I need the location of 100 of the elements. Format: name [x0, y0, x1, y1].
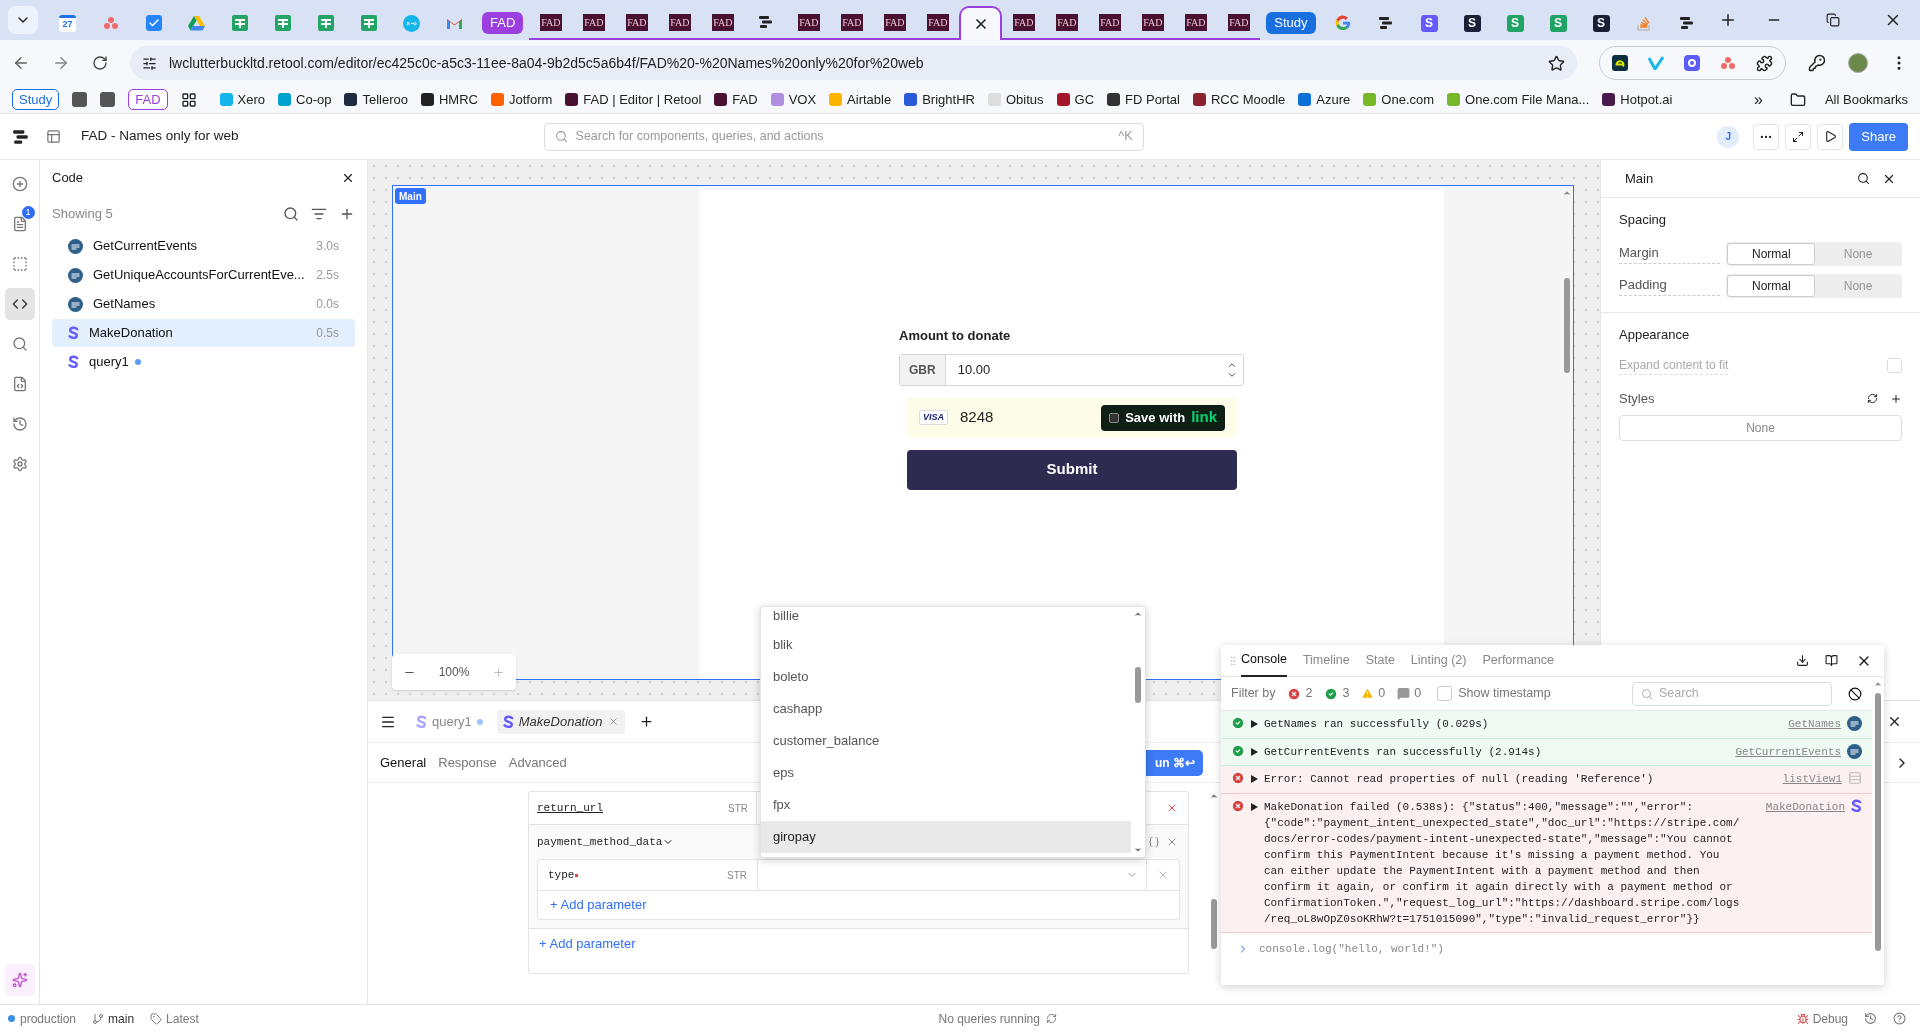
- site-info-icon[interactable]: [142, 55, 157, 71]
- apps-grid-icon[interactable]: [180, 91, 197, 108]
- segment-option[interactable]: Normal: [1727, 242, 1816, 265]
- bookmark-link[interactable]: RCC Moodle: [1210, 89, 1286, 110]
- scroll-up-icon[interactable]: [1562, 188, 1572, 198]
- dropdown-option[interactable]: cashapp: [761, 693, 1131, 725]
- bookmark-link[interactable]: One.com File Mana...: [1465, 89, 1590, 110]
- bookmark-square-icon[interactable]: [100, 92, 116, 107]
- scrollbar-thumb[interactable]: [1564, 278, 1570, 373]
- bookmark-link[interactable]: FAD: [732, 89, 758, 110]
- expand-triangle-icon[interactable]: [1251, 720, 1258, 728]
- checkbox[interactable]: [1437, 686, 1453, 701]
- forward-icon[interactable]: [52, 54, 70, 72]
- console-tab[interactable]: Performance: [1482, 644, 1554, 677]
- history-icon[interactable]: [1864, 1012, 1877, 1025]
- query-list-item[interactable]: query1: [52, 348, 355, 376]
- submit-button[interactable]: Submit: [907, 449, 1237, 490]
- bookmark-link[interactable]: Hotpot.ai: [1620, 89, 1673, 110]
- add-icon[interactable]: [1890, 392, 1902, 405]
- scrollbar-thumb[interactable]: [1875, 693, 1881, 951]
- console-input[interactable]: console.log("hello, world!"): [1259, 940, 1444, 957]
- log-source-link[interactable]: GetNames: [1788, 716, 1841, 733]
- dropdown-option[interactable]: blik: [761, 629, 1131, 661]
- browser-tab[interactable]: S: [1579, 6, 1623, 40]
- add-parameter-link[interactable]: + Add parameter: [550, 895, 647, 915]
- console-tab[interactable]: State: [1365, 644, 1395, 677]
- tab-group-label[interactable]: FAD: [482, 12, 524, 34]
- book-icon[interactable]: [1825, 654, 1838, 667]
- search-icon[interactable]: [1857, 172, 1870, 185]
- rail-button[interactable]: 1: [4, 208, 35, 240]
- bookmark-link[interactable]: Obitus: [1005, 89, 1044, 110]
- filter-count[interactable]: 3: [1342, 684, 1350, 703]
- bookmark-link[interactable]: Xero: [237, 89, 265, 110]
- drag-handle-icon[interactable]: [1227, 654, 1239, 667]
- close-icon[interactable]: [1887, 714, 1902, 729]
- download-icon[interactable]: [1796, 654, 1809, 667]
- browser-tab[interactable]: S: [1450, 6, 1494, 40]
- restore-icon[interactable]: [1826, 13, 1840, 27]
- scroll-down-icon[interactable]: [1133, 845, 1143, 855]
- filter-count[interactable]: 0: [1378, 684, 1386, 703]
- bookmark-square-icon[interactable]: [72, 92, 88, 107]
- key-icon[interactable]: [1808, 54, 1826, 72]
- back-icon[interactable]: [12, 54, 30, 72]
- address-bar[interactable]: lwclutterbuckltd.retool.com/editor/ec425c0c-a5c3-11ee-8a04-9b2d5c5a6b4f/FAD%20-%20Names%20only%20for%20web: [130, 46, 1577, 80]
- console-tab[interactable]: Linting (2): [1410, 644, 1467, 677]
- rail-button[interactable]: [4, 964, 35, 996]
- editor-tab[interactable]: General: [380, 752, 427, 773]
- clear-icon[interactable]: [1848, 686, 1862, 701]
- expand-triangle-icon[interactable]: [1251, 802, 1258, 811]
- layout-icon[interactable]: [46, 129, 61, 144]
- query-list-item[interactable]: GetCurrentEvents 3.0s: [52, 232, 355, 260]
- search-icon[interactable]: [283, 206, 299, 222]
- debug-button[interactable]: Debug: [1812, 1009, 1848, 1028]
- scroll-up-icon[interactable]: [1873, 679, 1883, 689]
- dropdown-option[interactable]: customer_balance: [761, 725, 1131, 757]
- all-bookmarks-link[interactable]: All Bookmarks: [1824, 89, 1908, 110]
- add-icon[interactable]: [339, 206, 355, 222]
- dropdown-option[interactable]: boleto: [761, 661, 1131, 693]
- more-bookmarks-button[interactable]: »: [1754, 87, 1763, 112]
- add-tab-icon[interactable]: [638, 714, 654, 729]
- remove-icon[interactable]: [1166, 802, 1178, 814]
- flower-extension-icon[interactable]: [1684, 55, 1700, 71]
- three-dots-icon[interactable]: [1720, 56, 1736, 70]
- query-tab[interactable]: query1: [410, 709, 489, 734]
- browser-tab[interactable]: 27: [46, 6, 89, 40]
- bookmark-link[interactable]: VOX: [788, 89, 817, 110]
- dropdown-option[interactable]: billie: [761, 607, 1131, 629]
- share-button[interactable]: Share: [1849, 122, 1908, 151]
- bookmark-link[interactable]: FAD | Editor | Retool: [583, 89, 702, 110]
- expand-triangle-icon[interactable]: [1251, 747, 1258, 756]
- run-button[interactable]: un ⌘↩: [1146, 749, 1203, 776]
- query-list-item[interactable]: MakeDonation 0.5s: [52, 319, 355, 347]
- bookmark-link[interactable]: Airtable: [847, 89, 892, 110]
- add-parameter-link[interactable]: + Add parameter: [539, 934, 636, 954]
- close-icon[interactable]: [341, 171, 355, 185]
- bookmark-folder[interactable]: FAD: [128, 89, 168, 110]
- filter-icon[interactable]: [311, 206, 327, 222]
- tab-group-label[interactable]: Study: [1266, 12, 1316, 34]
- editor-tab[interactable]: Response: [438, 752, 497, 773]
- console-tab[interactable]: Timeline: [1302, 644, 1350, 677]
- extensions-icon[interactable]: [1756, 54, 1773, 72]
- bookmark-link[interactable]: FD Portal: [1125, 89, 1180, 110]
- scrollbar-thumb[interactable]: [1135, 667, 1141, 703]
- scroll-up-icon[interactable]: [1133, 609, 1143, 619]
- bookmark-folder[interactable]: Study: [12, 89, 60, 110]
- editor-tab[interactable]: Advanced: [508, 752, 567, 773]
- rail-button[interactable]: [4, 288, 35, 320]
- console-tab[interactable]: Console: [1241, 644, 1287, 677]
- branch-label[interactable]: main: [108, 1009, 135, 1028]
- version-label[interactable]: Latest: [166, 1009, 199, 1028]
- browser-tab[interactable]: S: [1407, 6, 1451, 40]
- bookmark-link[interactable]: Azure: [1316, 89, 1351, 110]
- amount-input[interactable]: GBR 10.00: [899, 353, 1244, 386]
- extension-icon[interactable]: [1612, 55, 1628, 71]
- dropdown-option[interactable]: giropay: [761, 821, 1131, 853]
- user-avatar[interactable]: J: [1717, 125, 1740, 148]
- save-with-link-button[interactable]: Save with link: [1101, 404, 1225, 431]
- query-list-item[interactable]: GetUniqueAccountsForCurrentEve... 2.5s: [52, 261, 355, 289]
- saved-card-row[interactable]: VISA 8248 Save with link: [907, 397, 1237, 438]
- expand-triangle-icon[interactable]: [1251, 775, 1258, 783]
